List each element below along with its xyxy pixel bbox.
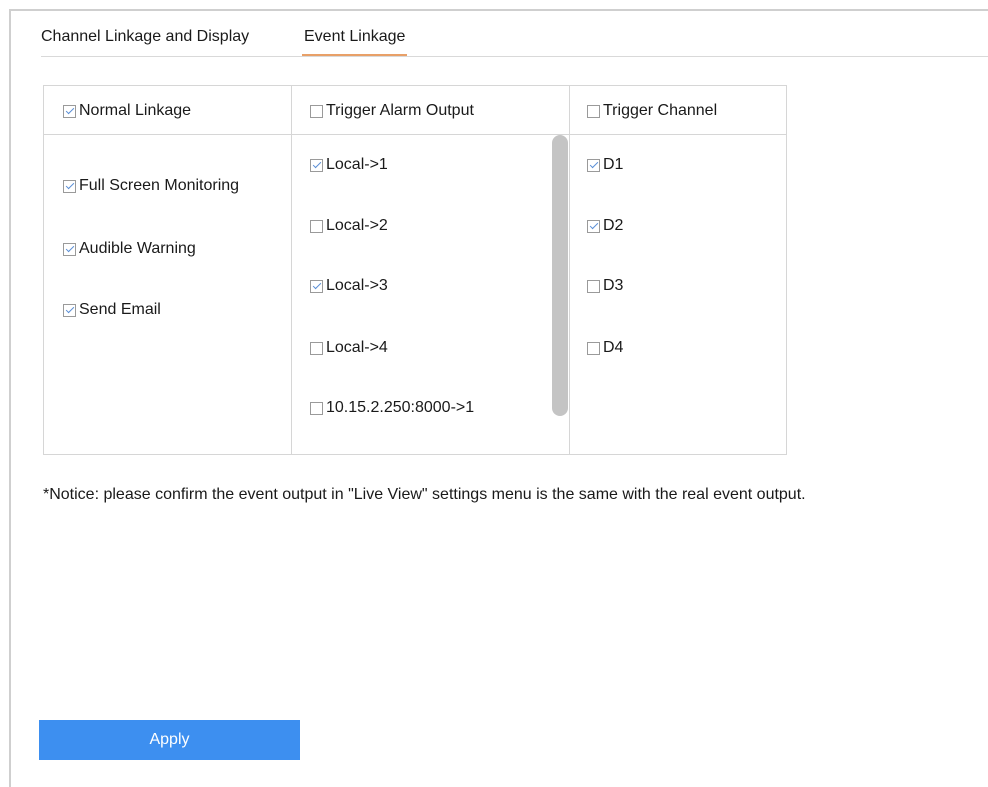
alarm-output-local-1[interactable]: Local->1	[310, 156, 388, 174]
column-divider	[569, 86, 570, 454]
alarm-output-checkbox[interactable]	[310, 158, 323, 172]
tab-channel-linkage[interactable]: Channel Linkage and Display	[41, 28, 249, 46]
alarm-output-checkbox[interactable]	[310, 401, 323, 415]
trigger-channel-item-checkbox[interactable]	[587, 158, 600, 172]
send-email-checkbox[interactable]	[63, 303, 76, 317]
notice-text: *Notice: please confirm the event output…	[43, 486, 806, 503]
alarm-output-local-2[interactable]: Local->2	[310, 217, 388, 235]
panel-top-border	[9, 9, 988, 11]
alarm-output-checkbox[interactable]	[310, 279, 323, 293]
linkage-table: Normal Linkage Trigger Alarm Output Trig…	[43, 85, 787, 455]
trigger-channel-checkbox[interactable]	[587, 104, 600, 118]
alarm-output-label: Local->3	[326, 277, 388, 294]
alarm-output-local-4[interactable]: Local->4	[310, 339, 388, 357]
tab-event-linkage[interactable]: Event Linkage	[301, 28, 408, 56]
send-email-option[interactable]: Send Email	[63, 301, 161, 319]
trigger-alarm-output-label: Trigger Alarm Output	[326, 102, 474, 119]
trigger-channel-item-label: D4	[603, 339, 624, 356]
trigger-channel-d3[interactable]: D3	[587, 277, 623, 295]
alarm-output-checkbox[interactable]	[310, 219, 323, 233]
trigger-alarm-output-checkbox[interactable]	[310, 104, 323, 118]
trigger-channel-item-label: D3	[603, 277, 624, 294]
normal-linkage-label: Normal Linkage	[79, 102, 192, 119]
trigger-channel-header[interactable]: Trigger Channel	[587, 102, 717, 120]
alarm-output-scrollbar[interactable]	[552, 135, 568, 416]
trigger-channel-d2[interactable]: D2	[587, 217, 623, 235]
alarm-output-local-3[interactable]: Local->3	[310, 277, 388, 295]
trigger-channel-d4[interactable]: D4	[587, 339, 623, 357]
full-screen-monitoring-checkbox[interactable]	[63, 179, 76, 193]
alarm-output-checkbox[interactable]	[310, 341, 323, 355]
trigger-channel-item-label: D2	[603, 217, 624, 234]
apply-button[interactable]: Apply	[39, 720, 300, 760]
send-email-label: Send Email	[79, 301, 161, 318]
trigger-channel-label: Trigger Channel	[603, 102, 718, 119]
header-divider	[44, 134, 786, 135]
trigger-channel-item-checkbox[interactable]	[587, 219, 600, 233]
alarm-output-label: 10.15.2.250:8000->1	[326, 399, 475, 416]
full-screen-monitoring-option[interactable]: Full Screen Monitoring	[63, 177, 239, 195]
alarm-output-ip-1[interactable]: 10.15.2.250:8000->1	[310, 399, 474, 417]
audible-warning-option[interactable]: Audible Warning	[63, 240, 196, 258]
trigger-channel-d1[interactable]: D1	[587, 156, 623, 174]
alarm-output-label: Local->4	[326, 339, 388, 356]
normal-linkage-checkbox[interactable]	[63, 104, 76, 118]
trigger-alarm-output-header[interactable]: Trigger Alarm Output	[310, 102, 474, 120]
trigger-channel-item-checkbox[interactable]	[587, 341, 600, 355]
trigger-channel-item-label: D1	[603, 156, 624, 173]
normal-linkage-header[interactable]: Normal Linkage	[63, 102, 191, 120]
tab-bar: Channel Linkage and Display Event Linkag…	[41, 20, 988, 57]
audible-warning-label: Audible Warning	[79, 240, 196, 257]
alarm-output-label: Local->1	[326, 156, 388, 173]
trigger-channel-item-checkbox[interactable]	[587, 279, 600, 293]
alarm-output-label: Local->2	[326, 217, 388, 234]
column-divider	[291, 86, 292, 454]
audible-warning-checkbox[interactable]	[63, 242, 76, 256]
panel-left-border	[9, 9, 11, 787]
full-screen-monitoring-label: Full Screen Monitoring	[79, 177, 240, 194]
